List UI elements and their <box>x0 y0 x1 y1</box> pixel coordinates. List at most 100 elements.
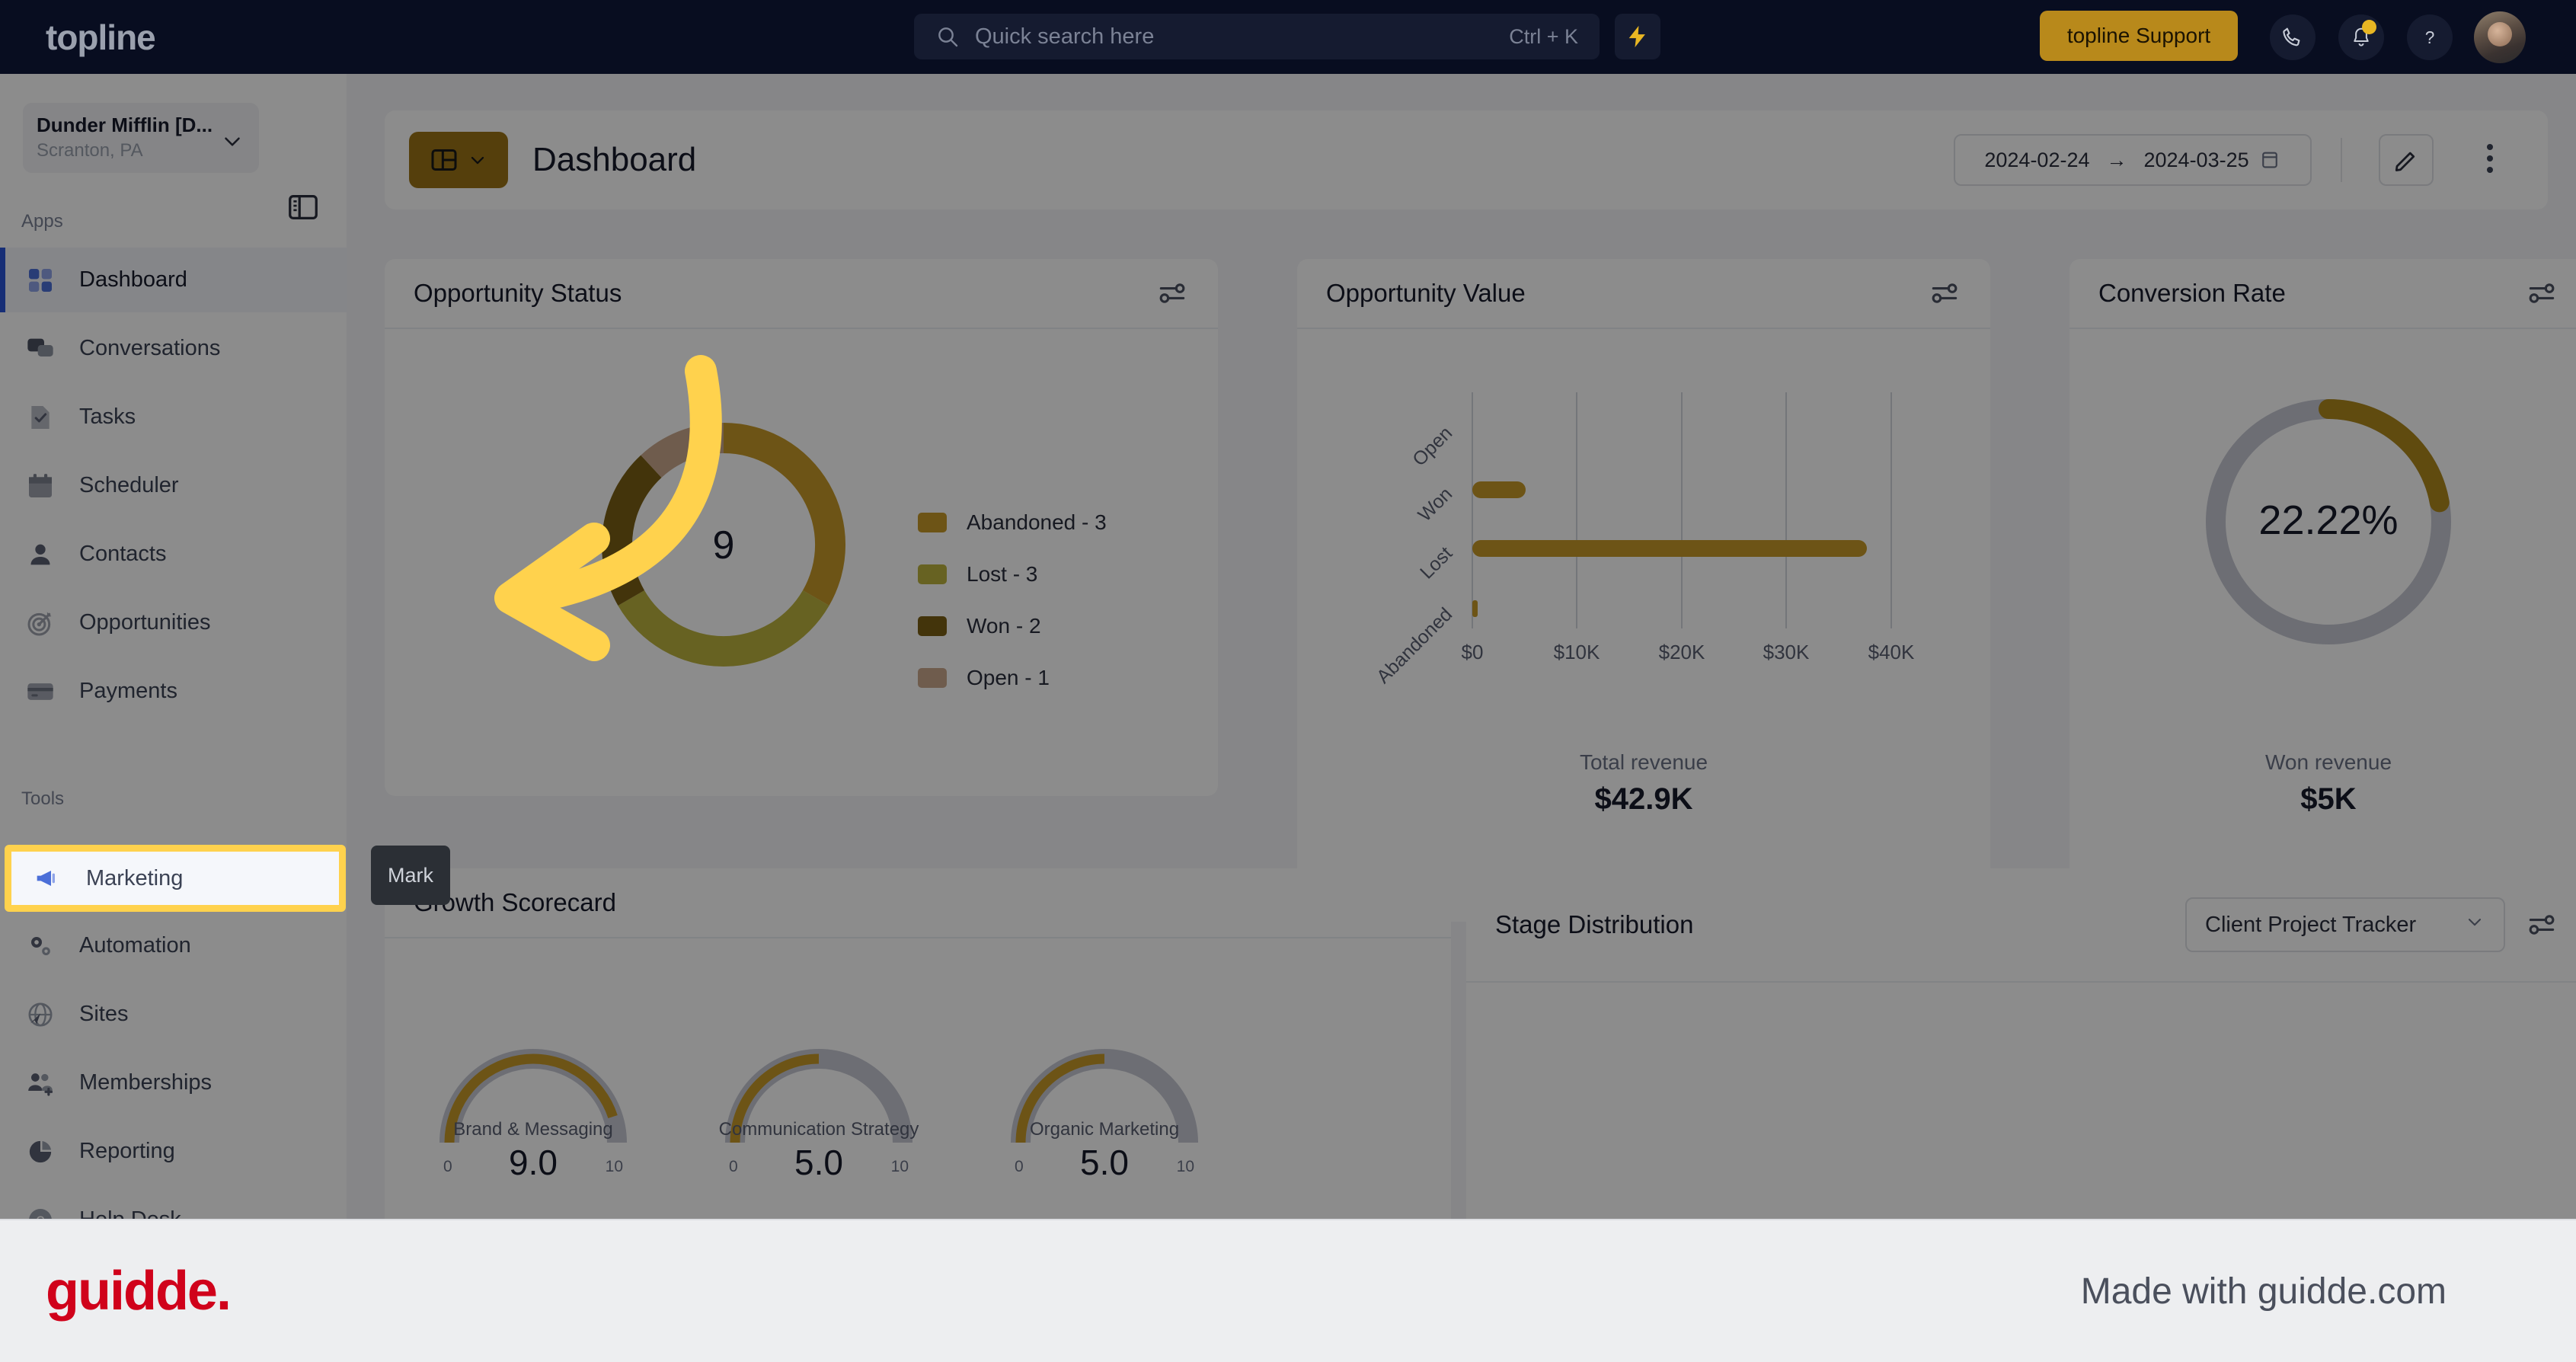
pipeline-select[interactable]: Client Project Tracker <box>2185 897 2505 952</box>
legend-label: Lost - 3 <box>967 562 1038 586</box>
edit-dashboard-button[interactable] <box>2379 134 2434 186</box>
sidebar-item-label: Conversations <box>79 336 221 360</box>
total-revenue-value: $42.9K <box>1594 782 1693 816</box>
opportunity-status-legend: Abandoned - 3 Lost - 3 Won - 2 Open - 1 <box>918 510 1107 718</box>
legend-swatch <box>918 616 947 636</box>
sidebar-item-sites[interactable]: Sites <box>0 982 347 1047</box>
sliders-icon[interactable] <box>2525 277 2558 310</box>
card-header: Stage Distribution Client Project Tracke… <box>1466 868 2576 983</box>
sidebar-item-tasks[interactable]: Tasks <box>0 385 347 449</box>
credit-card-icon <box>23 674 58 709</box>
y-tick-label: Lost <box>1416 542 1456 583</box>
gauge-tick-max: 10 <box>606 1158 623 1175</box>
sidebar-item-label: Dashboard <box>79 267 187 292</box>
svg-text:?: ? <box>2425 27 2435 47</box>
search-input[interactable]: Quick search here Ctrl + K <box>914 14 1600 59</box>
gauge-label: Organic Marketing <box>1030 1119 1179 1140</box>
chevron-down-icon <box>225 137 240 146</box>
date-range-picker[interactable]: 2024-02-24 → 2024-03-25 <box>1954 134 2312 186</box>
bar-abandoned <box>1472 600 1478 617</box>
card-title: Opportunity Status <box>414 279 622 307</box>
opportunity-status-donut: 9 <box>601 423 846 667</box>
calendar-icon <box>23 468 58 504</box>
gauge-label: Brand & Messaging <box>453 1119 612 1140</box>
x-tick-label: $0 <box>1462 641 1484 663</box>
date-to: 2024-03-25 <box>2143 148 2249 171</box>
sidebar-item-label: Tasks <box>79 404 136 429</box>
phone-button[interactable] <box>2270 14 2316 60</box>
x-tick-label: $30K <box>1763 641 1810 663</box>
pie-chart-icon <box>23 1134 58 1169</box>
panel-collapse-icon[interactable] <box>286 190 321 225</box>
card-tools <box>2525 277 2558 310</box>
dashboard-icon <box>23 263 58 298</box>
total-revenue-label: Total revenue <box>1579 750 1708 774</box>
bar-won <box>1472 481 1526 498</box>
sidebar-item-memberships[interactable]: Memberships <box>0 1050 347 1115</box>
sliders-icon[interactable] <box>2525 908 2558 942</box>
search-shortcut: Ctrl + K <box>1509 24 1578 48</box>
help-button[interactable]: ? <box>2407 14 2453 60</box>
avatar[interactable] <box>2474 11 2526 63</box>
header-divider <box>2341 138 2342 182</box>
chevron-down-icon <box>2464 911 2485 938</box>
task-check-icon <box>23 400 58 435</box>
card-tools <box>1928 277 1961 310</box>
sidebar-item-payments[interactable]: Payments <box>0 659 347 724</box>
legend-item: Abandoned - 3 <box>918 510 1107 535</box>
sidebar-item-reporting[interactable]: Reporting <box>0 1119 347 1184</box>
card-opportunity-value: Opportunity Value Open Won Lost Abandone… <box>1297 259 1990 922</box>
sidebar-item-marketing-base[interactable]: Marketing <box>0 845 347 910</box>
target-icon <box>23 606 58 641</box>
support-button[interactable]: topline Support <box>2040 11 2238 61</box>
sidebar-item-opportunities[interactable]: Opportunities <box>0 590 347 655</box>
x-tick-label: $10K <box>1554 641 1600 663</box>
page-header: Dashboard 2024-02-24 → 2024-03-25 <box>385 110 2548 209</box>
date-arrow-icon: → <box>2106 148 2127 171</box>
gauge-value: 5.0 <box>1080 1143 1129 1182</box>
legend-swatch <box>918 513 947 532</box>
legend-swatch <box>918 564 947 584</box>
sidebar-item-dashboard[interactable]: Dashboard <box>0 248 347 312</box>
quick-actions-button[interactable] <box>1615 14 1660 59</box>
card-tools <box>1155 277 1189 310</box>
gauge-tick-min: 0 <box>1015 1158 1024 1175</box>
guidde-footer: guidde. Made with guidde.com <box>0 1219 2576 1362</box>
sidebar-item-label: Automation <box>79 933 191 958</box>
opportunity-value-bar-chart: Open Won Lost Abandoned $0 $10K $20K $30… <box>1373 392 1915 688</box>
card-header: Opportunity Status <box>385 259 1218 329</box>
date-from: 2024-02-24 <box>1984 148 2090 171</box>
y-tick-label: Abandoned <box>1373 603 1456 687</box>
org-switcher[interactable]: Dunder Mifflin [D... Scranton, PA <box>23 103 259 173</box>
main-content: Dashboard 2024-02-24 → 2024-03-25 Opport… <box>347 74 2576 1362</box>
app-logo[interactable]: topline <box>46 17 156 58</box>
sidebar-item-scheduler[interactable]: Scheduler <box>0 453 347 518</box>
sidebar-item-label: Contacts <box>79 542 167 566</box>
chevron-down-icon <box>471 156 484 165</box>
chat-bubbles-icon <box>23 331 58 366</box>
question-mark-icon: ? <box>2425 27 2435 47</box>
pencil-icon <box>2395 152 2415 171</box>
more-options-button[interactable] <box>2487 144 2493 173</box>
sidebar-item-contacts[interactable]: Contacts <box>0 522 347 587</box>
bar-lost <box>1472 540 1867 557</box>
sidebar-item-automation[interactable]: Automation <box>0 913 347 978</box>
sliders-icon[interactable] <box>1928 277 1961 310</box>
card-header: Conversion Rate <box>2069 259 2576 329</box>
sidebar-item-label: Opportunities <box>79 610 211 635</box>
sidebar-item-label: Reporting <box>79 1139 175 1163</box>
gauge-tick-max: 10 <box>891 1158 909 1175</box>
guidde-logo: guidde. <box>46 1261 232 1322</box>
x-tick-label: $40K <box>1868 641 1915 663</box>
sidebar-item-label: Memberships <box>79 1070 213 1095</box>
won-revenue-value: $5K <box>2300 782 2357 816</box>
notifications-button[interactable] <box>2338 14 2384 60</box>
card-header: Growth Scorecard <box>385 868 1451 938</box>
sliders-icon[interactable] <box>1155 277 1189 310</box>
lightning-bolt-icon <box>1628 25 1645 48</box>
gauge-tick-min: 0 <box>729 1158 738 1175</box>
layout-switcher-button[interactable] <box>409 132 508 188</box>
sidebar: Dunder Mifflin [D... Scranton, PA Apps D… <box>0 74 347 1362</box>
sidebar-item-conversations[interactable]: Conversations <box>0 316 347 381</box>
y-tick-label: Open <box>1408 422 1456 470</box>
